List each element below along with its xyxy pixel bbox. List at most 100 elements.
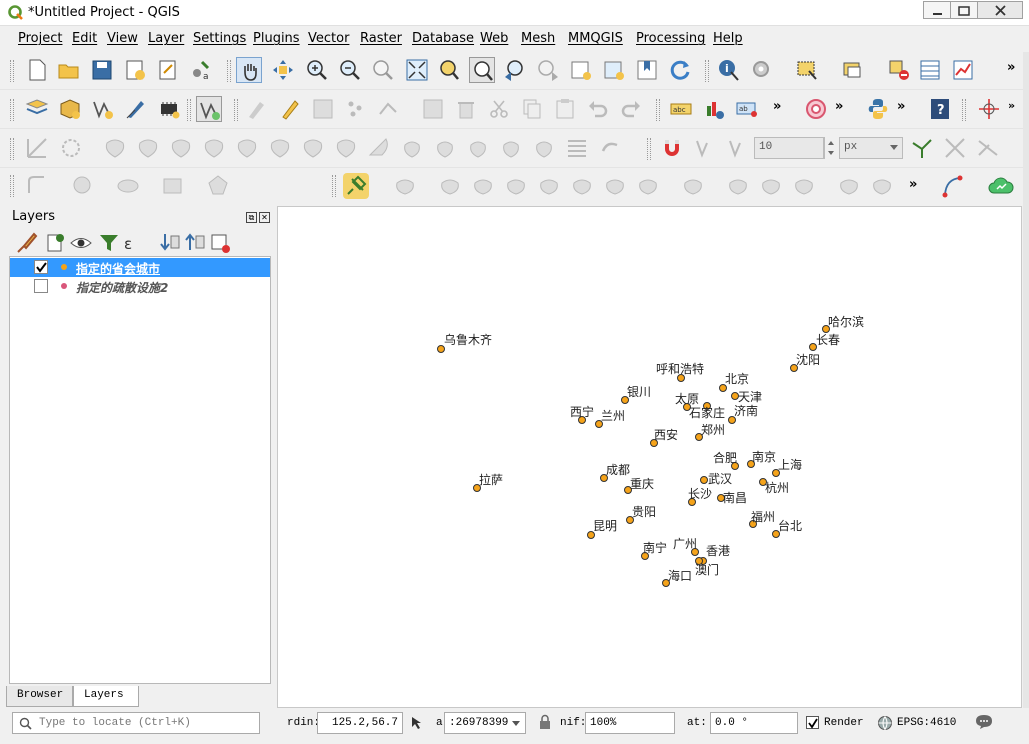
menu-layer[interactable]: Layer [148, 31, 184, 46]
deselect-all-button[interactable] [886, 57, 912, 83]
layout-manager-button[interactable] [155, 57, 181, 83]
vector-tool-10-button[interactable] [725, 173, 751, 199]
menu-view[interactable]: View [107, 31, 138, 46]
new-project-button[interactable] [24, 57, 50, 83]
vector-tool-6-button[interactable] [569, 173, 595, 199]
new-geopackage-layer-button[interactable] [57, 96, 83, 122]
vector-tool-2-button[interactable] [437, 173, 463, 199]
memory-layer-button[interactable] [156, 96, 182, 122]
toolbar-overflow-4[interactable]: » [897, 99, 905, 114]
tolerance-spinner[interactable] [824, 137, 836, 159]
vector-tool-13-button[interactable] [836, 173, 862, 199]
toolbar-overflow-6[interactable]: » [909, 177, 917, 192]
menu-web[interactable]: Web [480, 31, 508, 46]
redo-button[interactable] [618, 96, 644, 122]
tracing-button[interactable] [597, 135, 623, 161]
simplify-features-button[interactable] [498, 135, 524, 161]
collapse-all-button[interactable] [182, 230, 205, 252]
toolbar-overflow-5[interactable]: » [1008, 99, 1015, 112]
coordinate-capture-button[interactable] [976, 96, 1002, 122]
messages-icon[interactable] [975, 714, 993, 730]
add-group-button[interactable] [42, 230, 64, 252]
enable-snapping-button[interactable] [659, 135, 685, 161]
toolbar-overflow-3[interactable]: » [835, 99, 843, 114]
crs-button[interactable]: EPSG:4610 [897, 717, 956, 729]
snapping-layers-button[interactable] [692, 135, 718, 161]
city-point-marker[interactable] [700, 476, 708, 484]
reshape-features-button[interactable] [234, 135, 260, 161]
cut-features-button[interactable] [486, 96, 512, 122]
toggle-editing-button[interactable] [277, 96, 303, 122]
magnifier-input[interactable]: 100% [585, 712, 675, 734]
advanced-digitizing-button[interactable] [24, 135, 50, 161]
toolbar-grip[interactable] [962, 99, 966, 121]
vertex-tool-button[interactable] [376, 96, 402, 122]
select-by-value-button[interactable] [840, 57, 866, 83]
zoom-out-button[interactable] [337, 57, 363, 83]
lock-icon[interactable] [538, 714, 552, 730]
run-feature-action-button[interactable] [749, 57, 775, 83]
vector-tool-7-button[interactable] [602, 173, 628, 199]
toolbar-grip[interactable] [647, 138, 651, 160]
remove-layer-button[interactable] [207, 230, 230, 253]
current-edits-button[interactable] [244, 96, 270, 122]
toolbar-overflow-2[interactable]: » [773, 99, 781, 114]
zoom-full-button[interactable] [404, 57, 430, 83]
zoom-next-button[interactable] [535, 57, 561, 83]
save-layer-edits-button[interactable] [310, 96, 336, 122]
add-ring-button[interactable] [58, 135, 84, 161]
highlight-pinned-labels-button[interactable]: ab [734, 96, 760, 122]
fill-ring-button[interactable] [135, 135, 161, 161]
identify-features-button[interactable]: i [716, 57, 742, 83]
pan-to-selection-button[interactable] [270, 57, 296, 83]
toolbar-grip[interactable] [187, 99, 191, 121]
layer-diagram-button[interactable] [701, 96, 727, 122]
float-panel-button[interactable]: ⧉ [246, 212, 257, 223]
open-project-button[interactable] [56, 57, 82, 83]
toolbar-grip[interactable] [10, 60, 14, 82]
filter-by-expression-button[interactable]: ε [120, 230, 142, 253]
offset-curve-button[interactable] [267, 135, 293, 161]
vector-tool-1-button[interactable] [392, 173, 418, 199]
toolbar-grip[interactable] [227, 60, 231, 82]
refresh-button[interactable] [667, 57, 693, 83]
vector-tool-11-button[interactable] [758, 173, 784, 199]
snap-on-intersection-button[interactable] [942, 135, 968, 161]
new-print-layout-button[interactable] [122, 57, 148, 83]
zoom-to-layer-button[interactable] [469, 57, 495, 83]
new-shapefile-layer-button[interactable] [90, 96, 116, 122]
map-canvas[interactable]: 乌鲁木齐 哈尔滨 长春 沈阳 呼和浩特 北京 天津 银川 太原 石家庄 济南 西宁 兰州 郑州 西安 合肥 南京… [277, 206, 1022, 708]
menu-project[interactable]: Project [18, 31, 62, 46]
align-rasters-button[interactable] [564, 135, 590, 161]
scale-select[interactable]: :26978399 [444, 712, 526, 734]
new-map-view-button[interactable] [568, 57, 594, 83]
delete-selected-button[interactable] [453, 96, 479, 122]
toolbar-grip[interactable] [656, 99, 660, 121]
maximize-button[interactable] [950, 1, 978, 19]
layer-item-provincial-capitals[interactable]: 指定的省会城市 [10, 258, 270, 277]
paste-features-button[interactable] [552, 96, 578, 122]
menu-raster[interactable]: Raster [360, 31, 402, 46]
layer-labeling-button[interactable]: abc [668, 96, 694, 122]
merge-attributes-button[interactable] [399, 135, 425, 161]
python-console-button[interactable] [865, 96, 891, 122]
open-attribute-table-button[interactable] [917, 57, 943, 83]
data-source-manager-button[interactable] [24, 96, 50, 122]
style-manager-button[interactable]: a [188, 57, 214, 83]
vector-tool-9-button[interactable] [680, 173, 706, 199]
toolbar-grip[interactable] [10, 138, 14, 160]
bookmarks-button[interactable] [634, 57, 660, 83]
filter-legend-button[interactable] [96, 230, 118, 252]
offset-point-symbols-button[interactable] [465, 135, 491, 161]
mouse-coordinate-icon[interactable] [408, 715, 424, 731]
statistical-summary-button[interactable] [950, 57, 976, 83]
toolbar-grip[interactable] [10, 99, 14, 121]
vector-tool-5-button[interactable] [536, 173, 562, 199]
toolbar-grip[interactable] [10, 175, 14, 197]
menu-help[interactable]: Help [713, 31, 743, 46]
manage-map-themes-button[interactable] [68, 230, 92, 252]
zoom-in-button[interactable] [304, 57, 330, 83]
copy-features-button[interactable] [519, 96, 545, 122]
layer-visibility-checkbox[interactable] [34, 260, 48, 274]
add-circle-button[interactable] [70, 173, 96, 199]
